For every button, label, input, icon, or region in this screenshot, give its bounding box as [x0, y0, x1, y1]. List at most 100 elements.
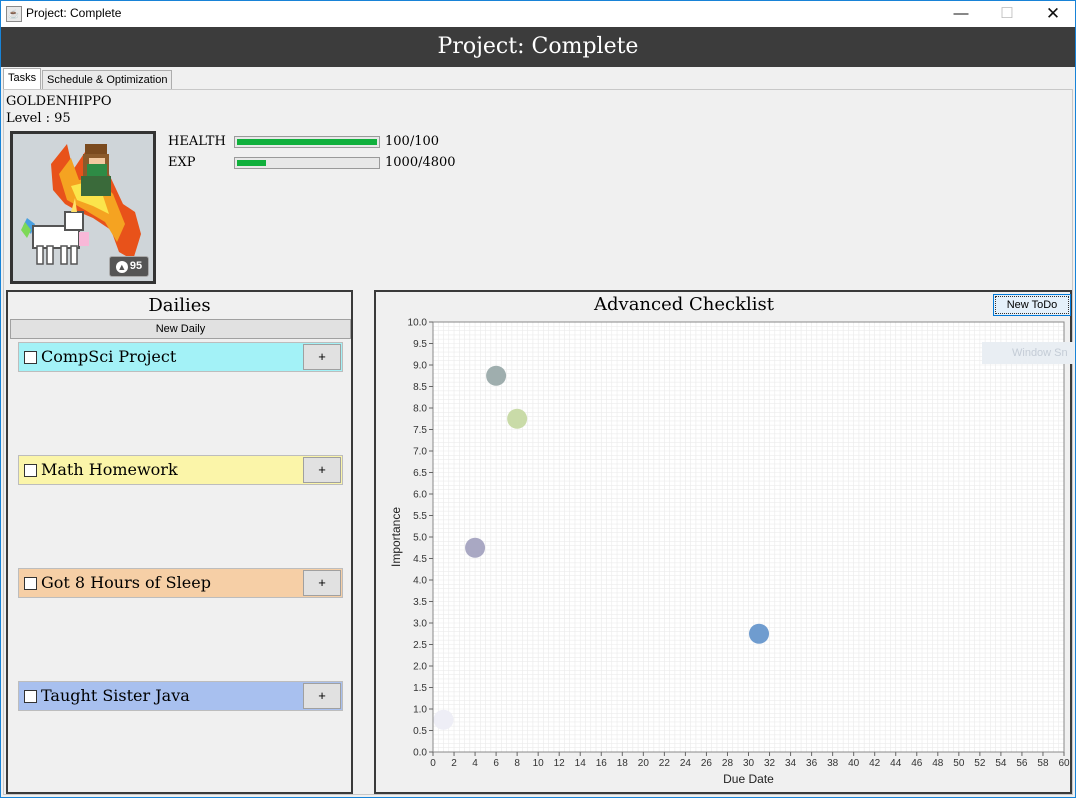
x-tick-label: 12: [554, 758, 566, 769]
x-tick-label: 42: [869, 758, 881, 769]
window-snip-ghost: Window Sn: [982, 342, 1074, 364]
minimize-button[interactable]: —: [938, 1, 984, 27]
daily-item: Taught Sister Java +: [18, 681, 343, 711]
arrow-up-icon: ▲: [115, 261, 128, 273]
username: GOLDENHIPPO: [6, 94, 112, 109]
y-tick-label: 3.5: [413, 597, 427, 608]
y-tick-label: 8.0: [413, 404, 427, 415]
y-tick-label: 2.0: [413, 662, 427, 673]
tasks-panel: GOLDENHIPPO Level : 95 ▲ 95 HEALTH 100/1…: [3, 89, 1074, 796]
exp-label: EXP: [168, 155, 196, 170]
level-label: Level : 95: [6, 111, 71, 126]
daily-label: Taught Sister Java: [41, 686, 190, 705]
x-tick-label: 34: [785, 758, 797, 769]
health-value: 100/100: [385, 134, 440, 149]
y-tick-label: 7.5: [413, 425, 427, 436]
x-tick-label: 52: [974, 758, 986, 769]
x-tick-label: 40: [848, 758, 860, 769]
daily-item: CompSci Project +: [18, 342, 343, 372]
exp-bar-fill: [237, 160, 266, 166]
x-tick-label: 22: [659, 758, 671, 769]
daily-label: Math Homework: [41, 460, 178, 479]
x-tick-label: 56: [1016, 758, 1028, 769]
exp-value: 1000/4800: [385, 155, 456, 170]
x-tick-label: 28: [722, 758, 734, 769]
x-tick-label: 44: [890, 758, 902, 769]
y-tick-label: 4.5: [413, 554, 427, 565]
x-tick-label: 54: [995, 758, 1007, 769]
x-tick-label: 36: [806, 758, 818, 769]
dailies-panel: Dailies New Daily CompSci Project + Math…: [6, 290, 353, 794]
x-tick-label: 24: [680, 758, 692, 769]
tab-bar: Tasks Schedule & Optimization: [1, 67, 1075, 90]
x-tick-label: 2: [451, 758, 457, 769]
x-tick-label: 0: [430, 758, 436, 769]
y-tick-label: 0.0: [413, 748, 427, 759]
x-tick-label: 46: [911, 758, 923, 769]
app-banner: Project: Complete: [1, 27, 1075, 67]
y-tick-label: 4.0: [413, 576, 427, 587]
y-tick-label: 7.0: [413, 447, 427, 458]
data-point: [486, 365, 507, 386]
exp-bar: [234, 157, 380, 169]
daily-label: Got 8 Hours of Sleep: [41, 573, 211, 592]
x-tick-label: 48: [932, 758, 944, 769]
x-tick-label: 16: [596, 758, 608, 769]
daily-item: Math Homework +: [18, 455, 343, 485]
new-todo-button[interactable]: New ToDo: [993, 294, 1071, 316]
x-tick-label: 60: [1058, 758, 1070, 769]
x-tick-label: 26: [701, 758, 713, 769]
x-tick-label: 32: [764, 758, 776, 769]
x-tick-label: 18: [617, 758, 629, 769]
x-tick-label: 58: [1037, 758, 1049, 769]
health-label: HEALTH: [168, 134, 226, 149]
daily-plus-button[interactable]: +: [303, 683, 341, 709]
tab-schedule-optimization[interactable]: Schedule & Optimization: [42, 70, 173, 90]
y-tick-label: 9.5: [413, 339, 427, 350]
x-tick-label: 6: [493, 758, 499, 769]
daily-item: Got 8 Hours of Sleep +: [18, 568, 343, 598]
daily-checkbox[interactable]: [24, 464, 37, 477]
y-tick-label: 6.5: [413, 468, 427, 479]
title-bar[interactable]: ☕ Project: Complete — ☐ ✕: [1, 1, 1075, 27]
y-tick-label: 3.0: [413, 619, 427, 630]
health-bar: [234, 136, 380, 148]
app-window: ☕ Project: Complete — ☐ ✕ Project: Compl…: [0, 0, 1076, 798]
daily-plus-button[interactable]: +: [303, 344, 341, 370]
x-tick-label: 4: [472, 758, 478, 769]
x-tick-label: 38: [827, 758, 839, 769]
y-tick-label: 2.5: [413, 640, 427, 651]
daily-checkbox[interactable]: [24, 690, 37, 703]
daily-plus-button[interactable]: +: [303, 457, 341, 483]
java-icon: ☕: [6, 6, 22, 22]
checklist-title: Advanced Checklist: [594, 294, 774, 315]
y-tick-label: 0.5: [413, 726, 427, 737]
daily-plus-button[interactable]: +: [303, 570, 341, 596]
window-title: Project: Complete: [26, 6, 122, 20]
x-tick-label: 8: [514, 758, 520, 769]
y-tick-label: 1.0: [413, 705, 427, 716]
daily-checkbox[interactable]: [24, 577, 37, 590]
new-daily-button[interactable]: New Daily: [10, 319, 351, 339]
y-tick-label: 1.5: [413, 683, 427, 694]
x-tick-label: 14: [575, 758, 587, 769]
daily-label: CompSci Project: [41, 347, 177, 366]
close-button[interactable]: ✕: [1030, 1, 1075, 27]
y-tick-label: 5.0: [413, 533, 427, 544]
advanced-checklist-panel: Advanced Checklist New ToDo 0 2 4 6 8 10 12 14 1…: [374, 290, 1074, 796]
daily-checkbox[interactable]: [24, 351, 37, 364]
data-point: [507, 408, 528, 429]
y-tick-label: 9.0: [413, 361, 427, 372]
data-point: [749, 623, 770, 644]
x-tick-label: 50: [953, 758, 965, 769]
x-tick-label: 30: [743, 758, 755, 769]
x-tick-label: 10: [533, 758, 545, 769]
avatar: ▲ 95: [10, 131, 156, 284]
dailies-title: Dailies: [148, 295, 211, 316]
data-point: [465, 537, 486, 558]
level-badge: ▲ 95: [109, 256, 149, 277]
y-axis-label: Importance: [389, 507, 403, 567]
scatter-chart[interactable]: 0 2 4 6 8 10 12 14 16 18 20 22 24 26 28 30 32 34 36 38 40 42 4…: [376, 316, 1070, 796]
tab-tasks[interactable]: Tasks: [3, 68, 42, 90]
maximize-button[interactable]: ☐: [984, 1, 1030, 27]
